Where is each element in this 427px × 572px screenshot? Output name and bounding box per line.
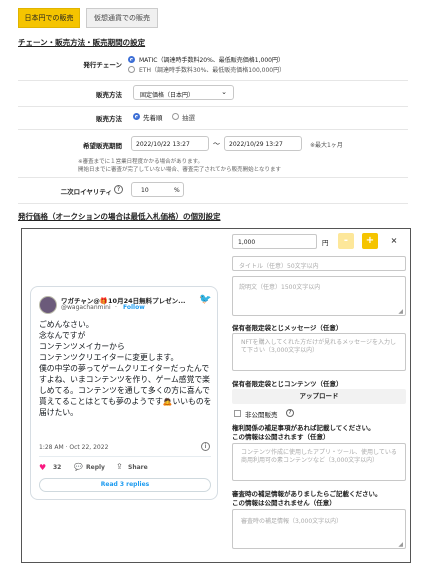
period-start-input[interactable]: 2022/10/22 13:27 — [131, 136, 209, 151]
heart-icon[interactable]: ♥ — [39, 463, 46, 472]
royalty-unit: % — [174, 187, 180, 194]
chain-radio-eth[interactable] — [128, 66, 135, 73]
method-select-value: 固定価格（日本円） — [140, 92, 195, 99]
private-sale-checkbox[interactable] — [234, 410, 241, 417]
chain-option-eth: ETH（調達時手数料30%、最低販売価格100,000円） — [139, 67, 286, 74]
review-textarea[interactable]: 審査時の補足情報（3,000文字以内） ◢ — [232, 509, 406, 549]
reply-label[interactable]: Reply — [86, 464, 105, 471]
method-select[interactable]: 固定価格（日本円） ⌄ — [133, 85, 234, 100]
period-note-1: ※審査までに１営業日程度かかる場合があります。 — [78, 159, 204, 165]
method2-label: 販売方法 — [96, 115, 122, 123]
description-placeholder: 説明文（任意）1500文字以内 — [239, 284, 321, 291]
method-option-lottery: 抽選 — [182, 114, 195, 122]
rights-sublabel: この情報は公開されます（任意） — [232, 433, 330, 441]
tweet-body: ごめんなさい。 念なんですが コンテンツメイカーから コンテンツクリエイターに変… — [39, 320, 212, 417]
reply-icon[interactable]: 💬 — [74, 463, 83, 471]
royalty-input[interactable]: 10 % — [131, 182, 184, 197]
method-label: 販売方法 — [96, 91, 122, 99]
holder-message-textarea[interactable]: NFTを購入してくれた方だけが見れるメッセージを入力して下さい（3,000文字以… — [232, 333, 406, 371]
private-sale-label: 非公開販売 — [245, 411, 278, 419]
section-title-price: 発行価格（オークションの場合は最低入札価格）の個別設定 — [18, 212, 221, 221]
holder-message-label: 保有者限定袋とじメッセージ（任意） — [232, 324, 343, 332]
review-sublabel: この情報は公開されません（任意） — [232, 499, 336, 507]
tweet-handle[interactable]: @wagachanmini — [61, 304, 111, 311]
period-end-input[interactable]: 2022/10/29 13:27 — [224, 136, 302, 151]
period-end-value: 2022/10/29 13:27 — [229, 141, 283, 148]
tab-jpy-sale[interactable]: 日本円での販売 — [18, 8, 80, 28]
price-input[interactable]: 1,000 — [232, 234, 317, 249]
royalty-label: 二次ロイヤリティ — [60, 188, 112, 196]
period-note-2: 開始日までに審査が完了していない場合、審査完了されてから販売開始となります — [78, 167, 282, 173]
chain-label: 発行チェーン — [83, 61, 122, 69]
like-count: 32 — [53, 464, 62, 471]
rights-placeholder: コンテンツ作成に使用したアプリ・ツール、使用している商用利用可の素コンテンツなど… — [241, 449, 397, 464]
price-value: 1,000 — [238, 239, 256, 246]
help-icon[interactable]: ? — [286, 409, 294, 417]
minus-button[interactable]: - — [338, 233, 354, 249]
info-icon[interactable]: i — [201, 442, 210, 451]
follow-link[interactable]: Follow — [123, 304, 145, 311]
period-sep: 〜 — [213, 140, 220, 148]
resize-handle-icon[interactable]: ◢ — [398, 541, 403, 548]
chain-radio-matic[interactable] — [128, 56, 135, 63]
close-button[interactable]: × — [386, 233, 402, 249]
review-placeholder: 審査時の補足情報（3,000文字以内） — [241, 518, 343, 525]
chevron-down-icon: ⌄ — [221, 88, 227, 96]
tweet-embed[interactable]: ワガチャン@🎁10月24日無料プレゼン... 🐦 @wagachanmini ·… — [30, 286, 218, 500]
rights-textarea[interactable]: コンテンツ作成に使用したアプリ・ツール、使用している商用利用可の素コンテンツなど… — [232, 443, 406, 481]
royalty-value: 10 — [141, 187, 149, 194]
tweet-timestamp[interactable]: 1:28 AM · Oct 22, 2022 — [39, 444, 108, 451]
resize-handle-icon[interactable]: ◢ — [398, 308, 403, 315]
tab-crypto-sale[interactable]: 仮想通貨での販売 — [86, 8, 158, 28]
method-radio-lottery[interactable] — [172, 113, 179, 120]
title-input[interactable]: タイトル（任意）50文字以内 — [232, 256, 406, 271]
share-icon[interactable]: ⇪ — [116, 462, 123, 471]
price-unit: 円 — [322, 239, 329, 247]
upload-button[interactable]: アップロード — [232, 389, 406, 404]
period-label: 希望販売期間 — [83, 142, 122, 150]
plus-button[interactable]: + — [362, 233, 378, 249]
period-start-value: 2022/10/22 13:27 — [136, 141, 190, 148]
title-placeholder: タイトル（任意）50文字以内 — [239, 263, 319, 270]
tweet-dot: · — [115, 304, 117, 311]
holder-message-placeholder: NFTを購入してくれた方だけが見れるメッセージを入力して下さい（3,000文字以… — [241, 339, 397, 354]
help-icon[interactable]: ? — [114, 185, 123, 194]
holder-content-label: 保有者限定袋とじコンテンツ（任意） — [232, 380, 343, 388]
section-title-chain: チェーン・販売方法・販売期間の設定 — [18, 38, 146, 47]
share-label[interactable]: Share — [128, 464, 148, 471]
description-textarea[interactable]: 説明文（任意）1500文字以内 ◢ — [232, 276, 406, 316]
chain-option-matic: MATIC（調達時手数料20%、最低販売価格1,000円） — [139, 57, 284, 64]
period-note: ※最大1ヶ月 — [310, 142, 343, 149]
read-replies-button[interactable]: Read 3 replies — [39, 478, 211, 492]
method-radio-first[interactable] — [133, 113, 140, 120]
twitter-bird-icon[interactable]: 🐦 — [199, 294, 211, 305]
method-option-first: 先着順 — [143, 114, 163, 122]
avatar[interactable] — [39, 296, 57, 314]
